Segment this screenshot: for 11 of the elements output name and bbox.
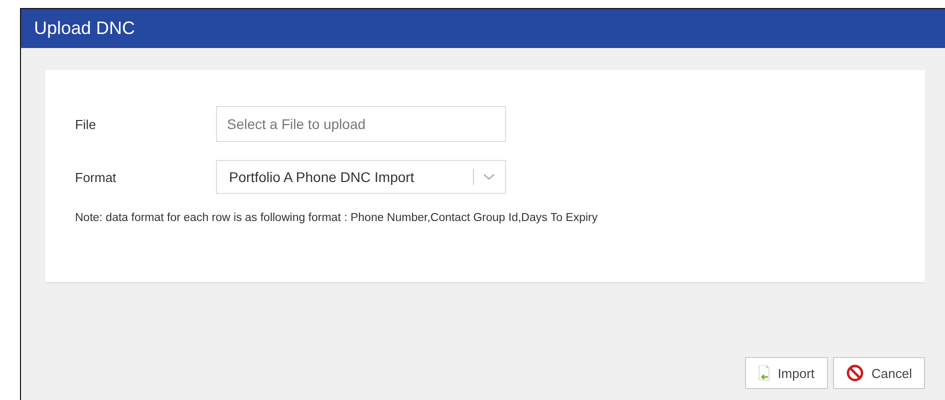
prohibited-icon	[846, 364, 864, 382]
chevron-down-icon	[483, 173, 495, 181]
field-label: Format	[75, 170, 118, 184]
file-import-icon	[758, 365, 770, 381]
file-field[interactable]: Select a File to upload	[216, 106, 506, 142]
import-button[interactable]: Import	[744, 357, 828, 389]
window-title: Upload DNC	[34, 18, 136, 39]
format-dropdown[interactable]: Portfolio A Phone DNC Import	[216, 160, 506, 194]
format-note: Note: data format for each row is as following format : Phone Number,Contact Group Id,Days To Expiry	[75, 212, 599, 224]
cancel-button[interactable]: Cancel	[832, 357, 925, 389]
field-label: File	[75, 116, 97, 132]
